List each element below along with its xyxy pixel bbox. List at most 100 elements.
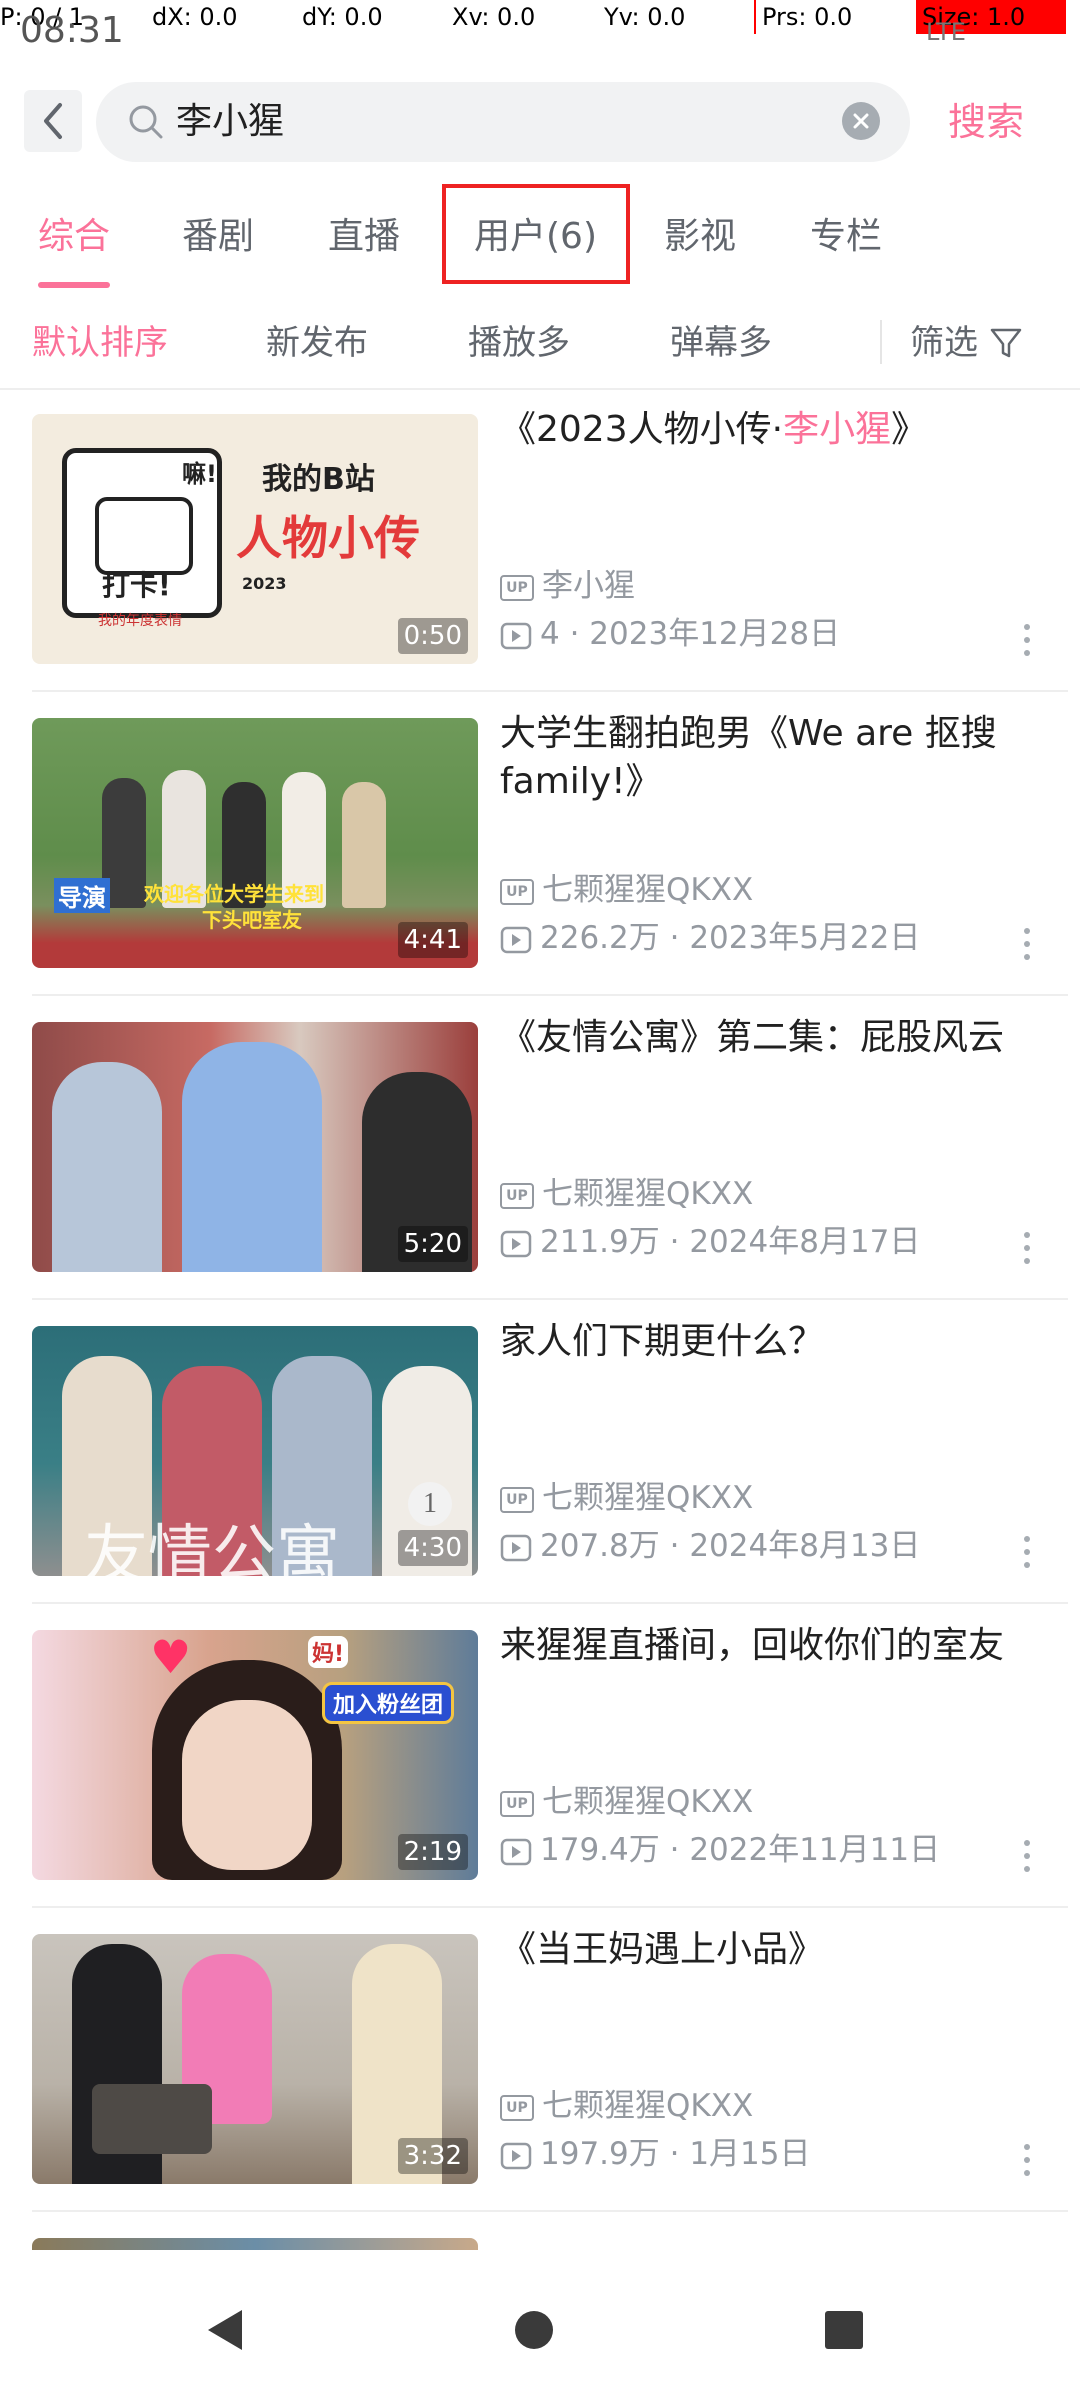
people-figure xyxy=(182,1042,322,1272)
more-options-button[interactable] xyxy=(1012,2140,1042,2180)
tab-live[interactable]: 直播 xyxy=(328,212,400,262)
sofa xyxy=(92,2084,212,2154)
title-highlight: 李小猩 xyxy=(783,409,892,450)
video-thumbnail: 嘛! 打卡! 我的B站 人物小传 2023 我的年度表情 0:50 xyxy=(32,414,478,664)
people-figure xyxy=(52,1062,162,1272)
play-count: 207.8万 xyxy=(540,1528,660,1564)
thumb-caption: 打卡! xyxy=(102,569,171,602)
more-options-button[interactable] xyxy=(1012,1532,1042,1572)
video-thumbnail: 导演 欢迎各位大学生来到 下头吧室友 4:41 xyxy=(32,718,478,968)
square-recents-icon xyxy=(825,2311,863,2349)
video-duration: 2:19 xyxy=(397,1834,468,1870)
nav-recents-button[interactable] xyxy=(804,2290,884,2370)
circle-home-icon xyxy=(515,2311,553,2349)
play-count: 211.9万 xyxy=(540,1224,660,1260)
video-card[interactable]: 5:20 《友情公寓》第二集：屁股风云 UP 七颗猩猩QKXX 211.9万 · … xyxy=(0,996,1080,1300)
debug-pressure: Prs: 0.0 xyxy=(754,0,852,34)
video-title: 《当王妈遇上小品》 xyxy=(500,1929,825,1970)
face xyxy=(182,1700,312,1870)
meta-row: 211.9万 · 2024年8月17日 xyxy=(500,1220,920,1264)
up-badge-icon: UP xyxy=(500,574,534,601)
uploader-row: UP 七颗猩猩QKXX xyxy=(500,1476,753,1520)
video-title: 《友情公寓》第二集：屁股风云 xyxy=(500,1017,1005,1058)
debug-yv: Yv: 0.0 xyxy=(604,3,686,31)
video-thumbnail: 5:20 xyxy=(32,1022,478,1272)
publish-date: 2022年11月11日 xyxy=(689,1832,941,1868)
meta-row: 4 · 2023年12月28日 xyxy=(500,612,840,656)
sort-default[interactable]: 默认排序 xyxy=(32,318,168,368)
search-button[interactable]: 搜索 xyxy=(948,94,1024,150)
thumb-caption: 导演 xyxy=(54,878,110,913)
uploader-name: 七颗猩猩QKXX xyxy=(542,872,754,908)
meta-row: 207.8万 · 2024年8月13日 xyxy=(500,1524,920,1568)
uploader-row: UP 七颗猩猩QKXX xyxy=(500,1172,753,1216)
thumb-caption: 友情公寓 xyxy=(84,1520,340,1576)
debug-dx: dX: 0.0 xyxy=(152,3,238,31)
network-indicator: LTE xyxy=(926,18,966,46)
nav-home-button[interactable] xyxy=(494,2290,574,2370)
card-divider xyxy=(32,2210,1068,2212)
sort-most-danmaku[interactable]: 弹幕多 xyxy=(670,318,772,368)
play-count: 4 xyxy=(540,616,560,652)
triangle-back-icon xyxy=(208,2310,242,2350)
search-icon xyxy=(129,105,163,139)
play-count-icon xyxy=(500,1838,532,1865)
uploader-name: 七颗猩猩QKXX xyxy=(542,2088,754,2124)
publish-date: 2024年8月13日 xyxy=(689,1528,921,1564)
thumb-caption: 我的B站 xyxy=(262,462,375,497)
tab-film-tv[interactable]: 影视 xyxy=(664,212,736,262)
search-input[interactable]: 李小猩 xyxy=(96,82,910,162)
filter-button[interactable]: 筛选 xyxy=(910,318,1024,368)
video-card[interactable]: 嘛! 打卡! 我的B站 人物小传 2023 我的年度表情 0:50 《2023人… xyxy=(0,388,1080,692)
play-count-icon xyxy=(500,1534,532,1561)
thumb-caption: 2023 xyxy=(242,574,287,593)
video-thumbnail: 3:32 xyxy=(32,1934,478,2184)
up-badge-icon: UP xyxy=(500,1486,534,1513)
filter-label: 筛选 xyxy=(910,323,978,363)
video-title: 大学生翻拍跑男《We are 抠搜family!》 xyxy=(500,713,997,802)
uploader-name: 七颗猩猩QKXX xyxy=(542,1784,754,1820)
up-badge-icon: UP xyxy=(500,1182,534,1209)
video-card[interactable]: 友情公寓 1 4:30 家人们下期更什么？ UP 七颗猩猩QKXX 207.8万 … xyxy=(0,1300,1080,1604)
video-card[interactable]: 导演 欢迎各位大学生来到 下头吧室友 4:41 大学生翻拍跑男《We are 抠… xyxy=(0,692,1080,996)
more-options-button[interactable] xyxy=(1012,924,1042,964)
uploader-row: UP 七颗猩猩QKXX xyxy=(500,1780,753,1824)
uploader-row: UP 七颗猩猩QKXX xyxy=(500,2084,753,2128)
status-bar: P: 0 / 1 dX: 0.0 dY: 0.0 Xv: 0.0 Yv: 0.0… xyxy=(0,0,1080,51)
uploader-name: 李小猩 xyxy=(542,568,635,604)
video-duration: 0:50 xyxy=(397,618,468,654)
clear-search-button[interactable] xyxy=(842,102,880,140)
nav-back-button[interactable] xyxy=(184,2290,264,2370)
meta-row: 179.4万 · 2022年11月11日 xyxy=(500,1828,940,1872)
debug-xv: Xv: 0.0 xyxy=(452,3,536,31)
tab-column[interactable]: 专栏 xyxy=(810,212,882,262)
publish-date: 2023年5月22日 xyxy=(689,920,921,956)
title-text: 》 xyxy=(891,409,928,450)
back-button[interactable] xyxy=(24,90,82,152)
up-badge-icon: UP xyxy=(500,878,534,905)
thumb-caption: 欢迎各位大学生来到 xyxy=(144,882,324,906)
sort-newest[interactable]: 新发布 xyxy=(266,318,368,368)
uploader-row: UP 七颗猩猩QKXX xyxy=(500,868,753,912)
video-card[interactable]: 加入粉丝团 妈! ♥ 2:19 来猩猩直播间，回收你们的室友 UP 七颗猩猩QKX… xyxy=(0,1604,1080,1908)
video-card[interactable]: 3:32 《当王妈遇上小品》 UP 七颗猩猩QKXX 197.9万 · 1月15日 xyxy=(0,1908,1080,2212)
close-icon xyxy=(853,113,869,129)
up-badge-icon: UP xyxy=(500,2094,534,2121)
play-count: 179.4万 xyxy=(540,1832,660,1868)
highlight-box xyxy=(442,184,630,284)
play-count: 197.9万 xyxy=(540,2136,660,2172)
thumb-caption: 人物小传 xyxy=(236,511,420,565)
tab-bangumi[interactable]: 番剧 xyxy=(182,212,254,262)
meta-row: 226.2万 · 2023年5月22日 xyxy=(500,916,920,960)
more-options-button[interactable] xyxy=(1012,1836,1042,1876)
chevron-left-icon xyxy=(44,103,62,139)
clock: 08:31 xyxy=(20,10,124,51)
video-duration: 5:20 xyxy=(397,1226,468,1262)
sort-most-played[interactable]: 播放多 xyxy=(468,318,570,368)
play-count: 226.2万 xyxy=(540,920,660,956)
more-options-button[interactable] xyxy=(1012,1228,1042,1268)
funnel-icon xyxy=(990,328,1022,358)
video-duration: 4:41 xyxy=(397,922,468,958)
tab-comprehensive[interactable]: 综合 xyxy=(38,212,110,262)
more-options-button[interactable] xyxy=(1012,620,1042,660)
